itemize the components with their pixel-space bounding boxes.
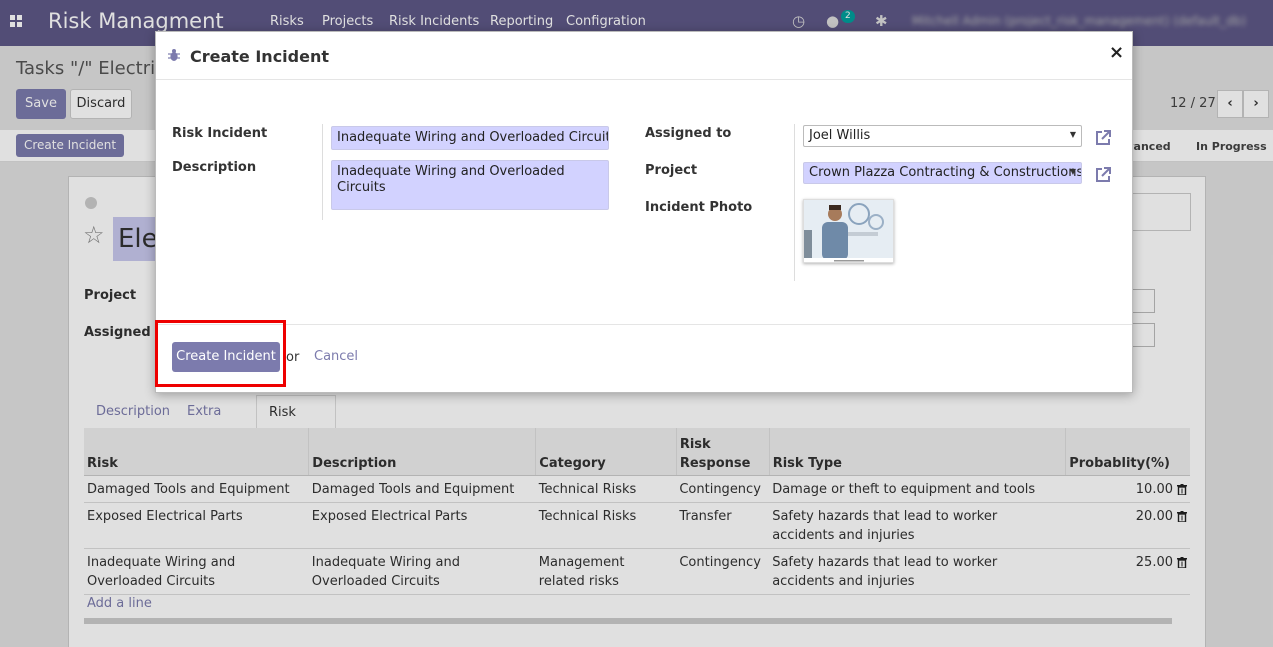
- risk-incident-label: Risk Incident: [172, 126, 268, 141]
- external-link-icon[interactable]: [1093, 165, 1113, 185]
- project-select[interactable]: Crown Plazza Contracting & Constructions…: [803, 162, 1082, 184]
- project-value: Crown Plazza Contracting & Constructions: [809, 165, 1082, 180]
- incident-photo[interactable]: [803, 199, 894, 263]
- project-label: Project: [645, 163, 698, 178]
- dialog-title: Create Incident: [190, 47, 330, 66]
- chevron-down-icon: ▼: [1069, 130, 1076, 139]
- dialog-footer-divider: [156, 324, 1132, 325]
- assigned-to-select[interactable]: Joel Willis ▼: [803, 125, 1082, 147]
- cancel-link[interactable]: Cancel: [314, 349, 358, 364]
- chevron-down-icon: ▼: [1069, 167, 1076, 176]
- dialog-header-divider: [156, 79, 1132, 80]
- incident-photo-image: [804, 200, 893, 262]
- field-divider: [322, 124, 323, 220]
- assigned-to-label: Assigned to: [645, 126, 732, 141]
- incident-photo-label: Incident Photo: [645, 200, 753, 215]
- bug-icon: [168, 49, 180, 61]
- field-divider: [794, 124, 795, 281]
- create-incident-dialog: Create Incident × Risk Incident Descript…: [155, 31, 1133, 393]
- description-field[interactable]: Inadequate Wiring and Overloaded Circuit…: [331, 160, 609, 210]
- description-label: Description: [172, 160, 257, 175]
- create-incident-button[interactable]: Create Incident: [172, 342, 280, 372]
- or-text: or: [286, 350, 300, 365]
- risk-incident-field[interactable]: Inadequate Wiring and Overloaded Circuit…: [331, 126, 609, 150]
- external-link-icon[interactable]: [1093, 128, 1113, 148]
- assigned-to-value: Joel Willis: [809, 128, 871, 143]
- close-icon[interactable]: ×: [1109, 42, 1124, 63]
